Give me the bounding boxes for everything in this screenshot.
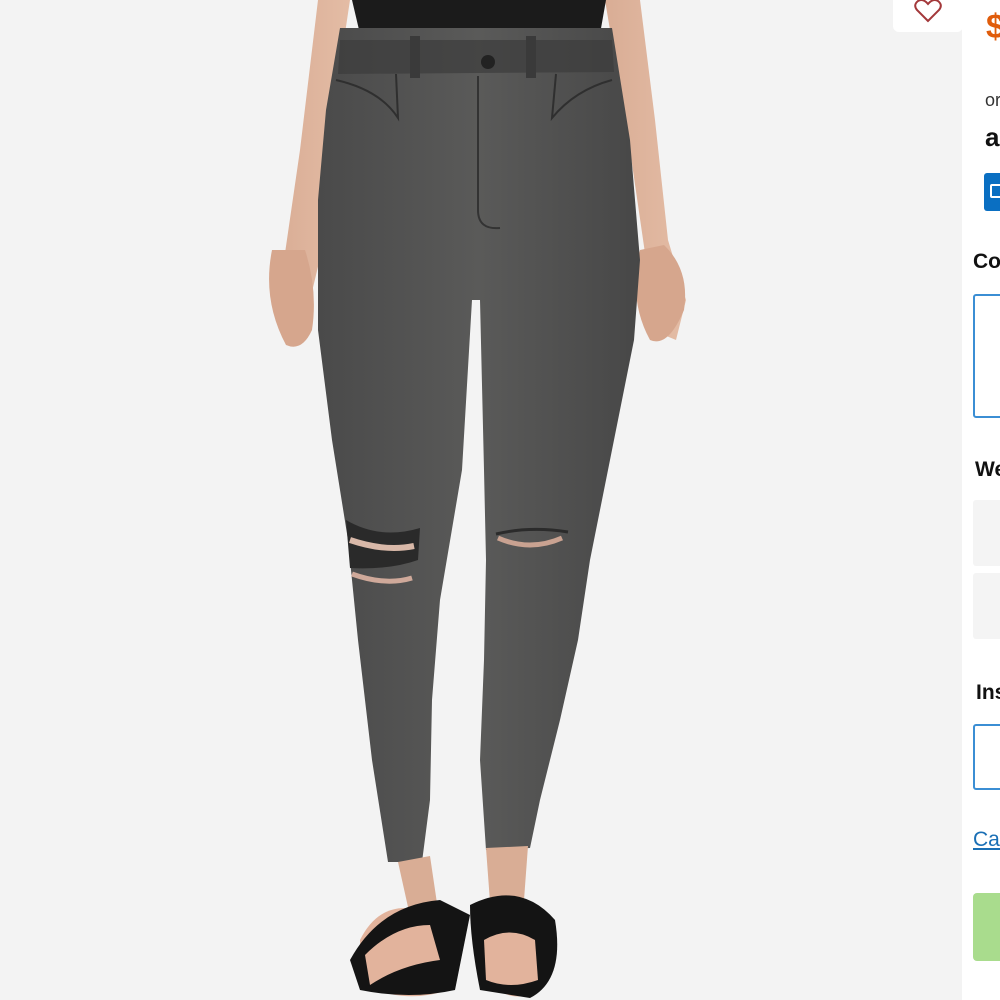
inseam-label: Ins [976, 681, 1000, 704]
size-chart-link[interactable]: Car [973, 828, 1000, 852]
installments-text: or [985, 90, 1000, 110]
add-to-bag-button[interactable] [973, 893, 1000, 961]
heart-icon [914, 0, 942, 23]
purchase-panel: $ or a Co We Ins Car [962, 0, 1000, 1000]
inseam-option-selected[interactable] [973, 724, 1000, 790]
color-swatch-selected[interactable] [973, 294, 1000, 418]
price: $ [986, 8, 1000, 46]
color-label: Co [973, 250, 1000, 273]
favorite-button[interactable] [893, 0, 963, 32]
afterpay-logo: a [985, 122, 1000, 152]
waist-label: We [975, 458, 1000, 481]
product-image[interactable] [0, 0, 962, 1000]
info-icon[interactable] [984, 173, 1000, 211]
waist-option[interactable] [973, 573, 1000, 639]
product-page: $ or a Co We Ins Car [0, 0, 1000, 1000]
product-photo [269, 0, 686, 998]
waist-option[interactable] [973, 500, 1000, 566]
